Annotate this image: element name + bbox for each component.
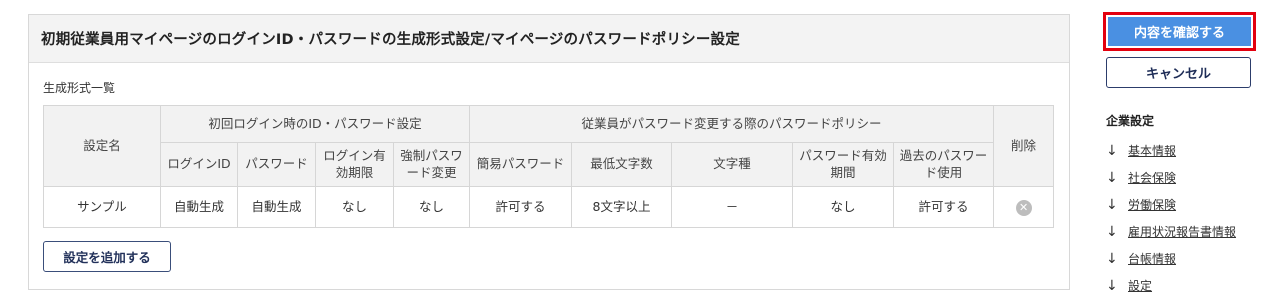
- header-setting-name: 設定名: [43, 105, 161, 187]
- cell-min-length: 8文字以上: [571, 186, 672, 228]
- side-nav-label[interactable]: 雇用状況報告書情報: [1128, 223, 1236, 240]
- arrow-down-icon: ↓: [1106, 277, 1118, 294]
- header-past-password: 過去のパスワード使用: [892, 142, 995, 187]
- header-login-id: ログインID: [160, 142, 238, 187]
- cell-login-expiry: なし: [315, 186, 394, 228]
- arrow-down-icon: ↓: [1106, 223, 1118, 240]
- panel-title: 初期従業員用マイページのログインID・パスワードの生成形式設定/マイページのパス…: [41, 32, 740, 48]
- side-nav-label[interactable]: 設定: [1128, 277, 1152, 294]
- header-password: パスワード: [237, 142, 316, 187]
- header-login-expiry: ログイン有効期限: [315, 142, 394, 187]
- side-nav-heading: 企業設定: [1106, 114, 1155, 128]
- header-force-change: 強制パスワード変更: [393, 142, 470, 187]
- side-nav-item-social-insurance[interactable]: ↓ 社会保険: [1106, 164, 1276, 191]
- side-nav-item-basic-info[interactable]: ↓ 基本情報: [1106, 137, 1276, 164]
- side-nav-label[interactable]: 台帳情報: [1128, 250, 1176, 267]
- page: 初期従業員用マイページのログインID・パスワードの生成形式設定/マイページのパス…: [0, 0, 1280, 300]
- header-password-validity: パスワード有効期間: [792, 142, 894, 187]
- confirm-highlight: 内容を確認する: [1103, 12, 1256, 51]
- header-simple-password: 簡易パスワード: [469, 142, 572, 187]
- table-row: サンプル 自動生成 自動生成 なし なし 許可する 8文字以上 － なし 許可す…: [43, 186, 1055, 228]
- side-nav-item-ledger-info[interactable]: ↓ 台帳情報: [1106, 245, 1276, 272]
- cell-simple-password: 許可する: [469, 186, 572, 228]
- panel-header: 初期従業員用マイページのログインID・パスワードの生成形式設定/マイページのパス…: [29, 15, 1069, 63]
- side-nav-item-labor-insurance[interactable]: ↓ 労働保険: [1106, 191, 1276, 218]
- cell-password: 自動生成: [237, 186, 316, 228]
- cell-force-change: なし: [393, 186, 470, 228]
- cell-past-password: 許可する: [892, 186, 995, 228]
- cell-login-id: 自動生成: [160, 186, 238, 228]
- arrow-down-icon: ↓: [1106, 169, 1118, 186]
- close-circle-icon[interactable]: ✕: [1015, 199, 1032, 216]
- cell-setting-name: サンプル: [43, 186, 161, 228]
- settings-panel: 初期従業員用マイページのログインID・パスワードの生成形式設定/マイページのパス…: [28, 14, 1070, 290]
- header-min-length: 最低文字数: [571, 142, 672, 187]
- side-nav-label[interactable]: 社会保険: [1128, 169, 1176, 186]
- header-group-login: 初回ログイン時のID・パスワード設定: [160, 105, 470, 143]
- side-nav-label[interactable]: 基本情報: [1128, 142, 1176, 159]
- add-setting-button[interactable]: 設定を追加する: [43, 241, 171, 272]
- side-nav-item-settings[interactable]: ↓ 設定: [1106, 272, 1276, 299]
- cell-password-validity: なし: [792, 186, 894, 228]
- section-label: 生成形式一覧: [43, 81, 116, 95]
- arrow-down-icon: ↓: [1106, 196, 1118, 213]
- side-nav: 企業設定 ↓ 基本情報 ↓ 社会保険 ↓ 労働保険 ↓ 雇用状況報告書情報 ↓ …: [1106, 112, 1276, 299]
- confirm-button[interactable]: 内容を確認する: [1108, 17, 1251, 46]
- cell-delete: ✕: [993, 186, 1055, 228]
- side-nav-item-employment-report[interactable]: ↓ 雇用状況報告書情報: [1106, 218, 1276, 245]
- header-delete: 削除: [993, 105, 1055, 187]
- format-table: 設定名 初回ログイン時のID・パスワード設定 従業員がパスワード変更する際のパス…: [43, 105, 1055, 228]
- side-nav-label[interactable]: 労働保険: [1128, 196, 1176, 213]
- cancel-button[interactable]: キャンセル: [1106, 57, 1251, 88]
- arrow-down-icon: ↓: [1106, 250, 1118, 267]
- cell-char-types: －: [671, 186, 793, 228]
- arrow-down-icon: ↓: [1106, 142, 1118, 159]
- header-char-types: 文字種: [671, 142, 793, 187]
- header-group-policy: 従業員がパスワード変更する際のパスワードポリシー: [468, 105, 995, 143]
